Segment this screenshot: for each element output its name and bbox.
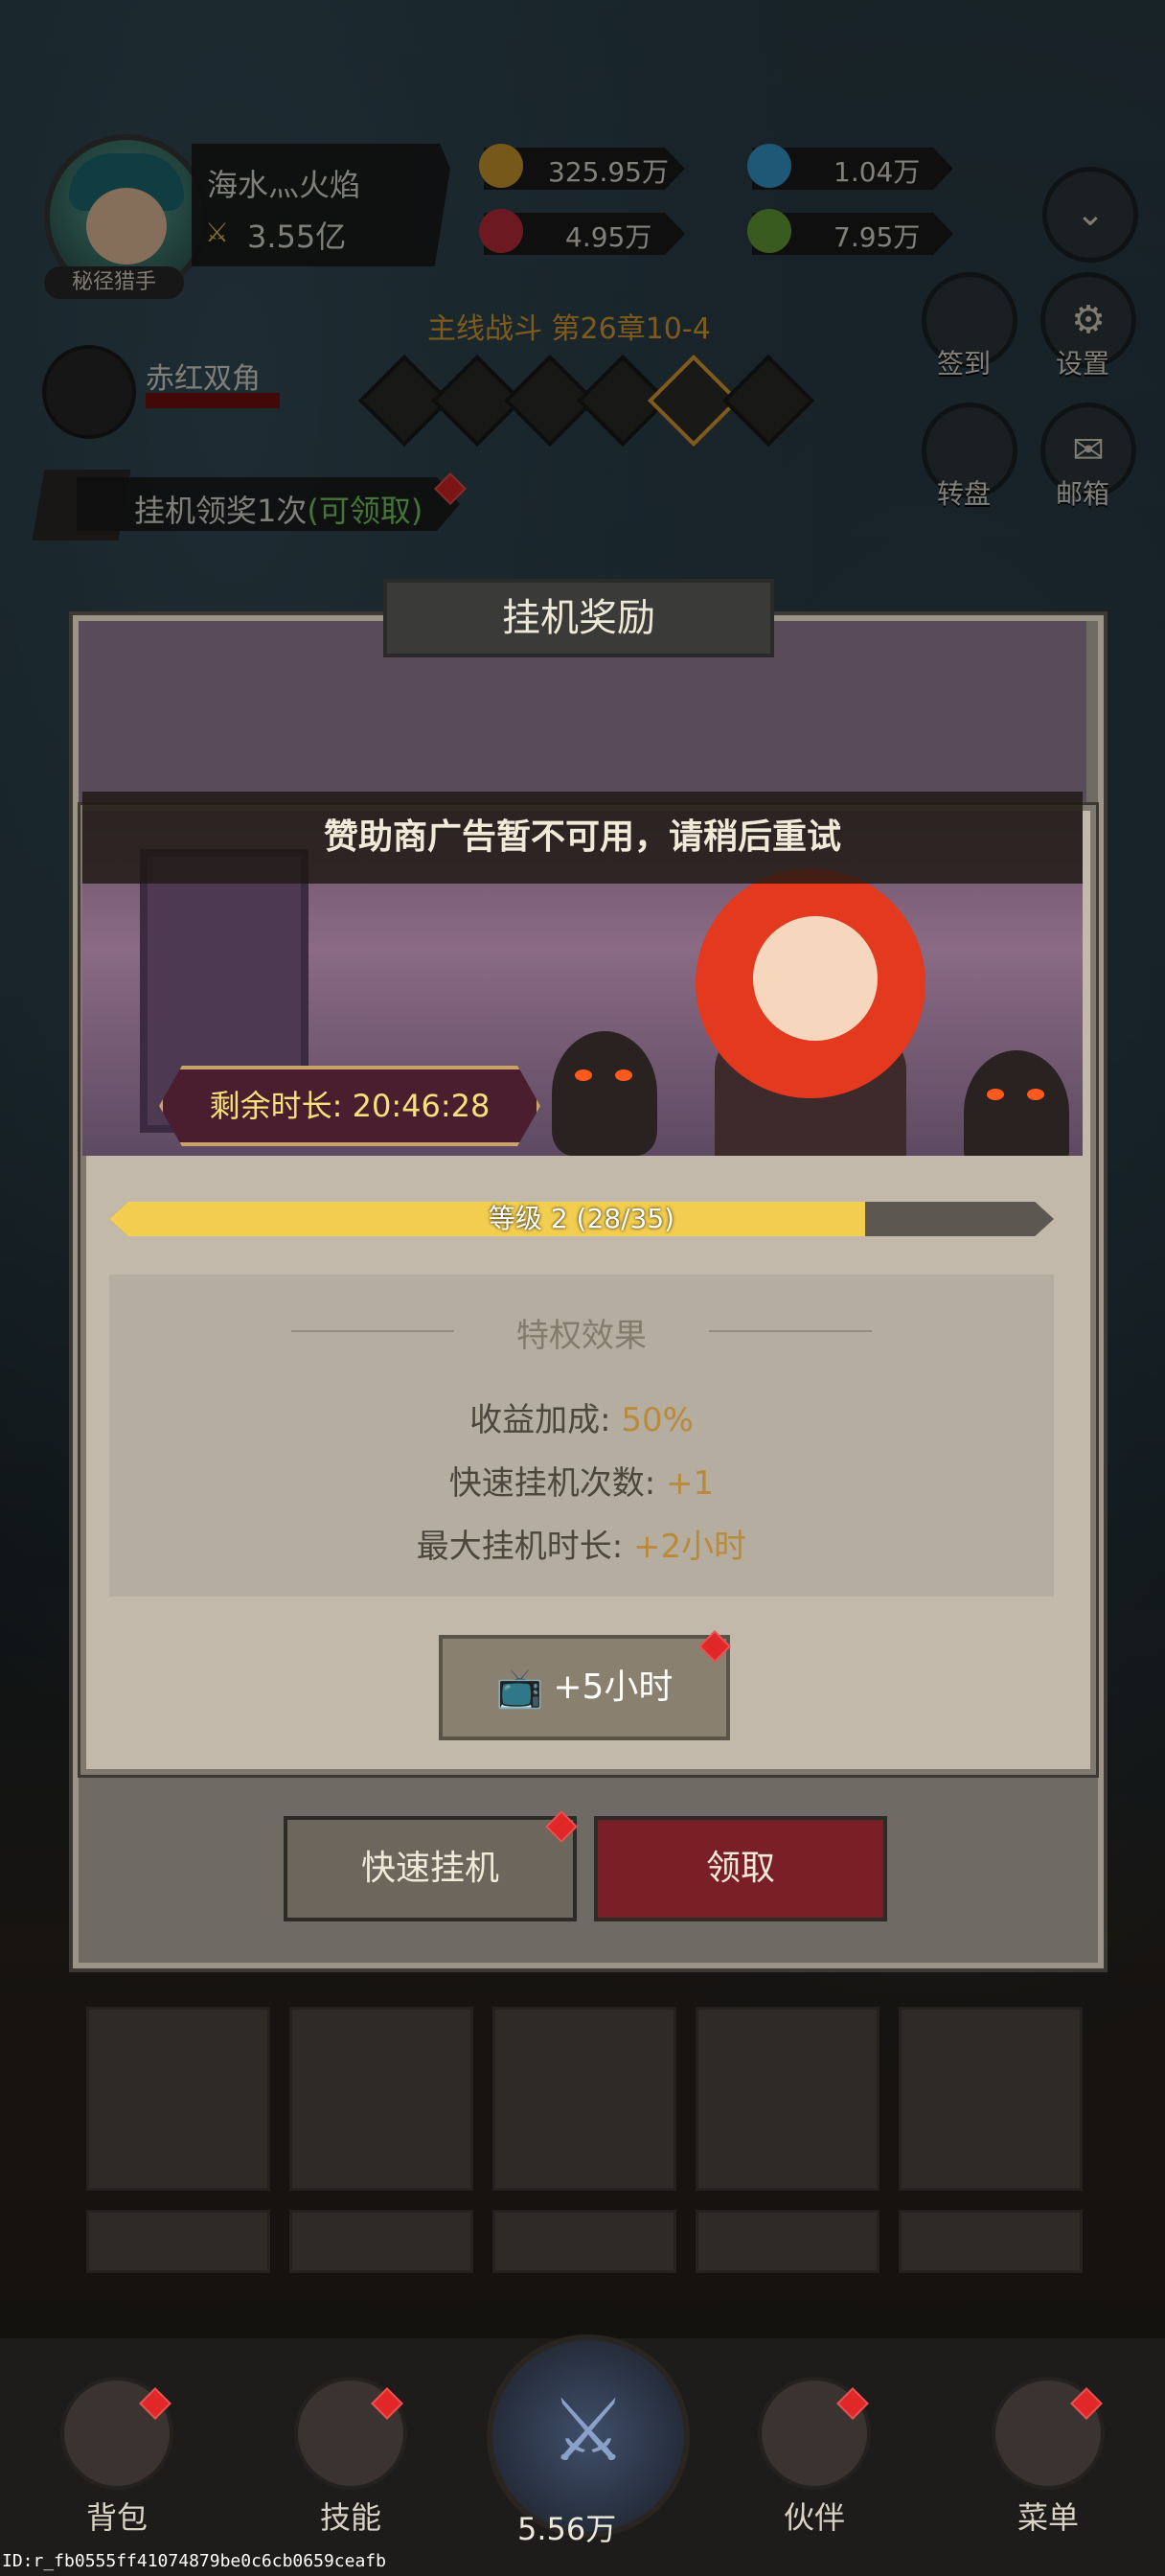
perk-quick-idle-count: 快速挂机次数: +1 [109, 1457, 1054, 1504]
cat-eye [615, 1070, 632, 1081]
nav-skills-label: 技能 [319, 2499, 381, 2536]
remaining-time-badge: 剩余时长: 20:46:28 [159, 1066, 540, 1146]
grid-slot [289, 2007, 473, 2191]
cat-eye [1027, 1089, 1044, 1100]
privilege-level-bar: 等级 2 (28/35) [109, 1202, 1054, 1236]
perk-label: 收益加成: [469, 1401, 622, 1439]
grid-slot [899, 2210, 1083, 2273]
privilege-effects-panel: 特权效果 收益加成: 50% 快速挂机次数: +1 最大挂机时长: +2小时 [109, 1275, 1054, 1597]
perk-value: 50% [621, 1401, 694, 1439]
perk-income-bonus: 收益加成: 50% [109, 1393, 1054, 1440]
black-cat-left [552, 1031, 657, 1156]
battle-power-value: 5.56万 [517, 2511, 617, 2547]
perk-value: +2小时 [633, 1528, 747, 1566]
perk-label: 最大挂机时长: [416, 1528, 634, 1566]
perk-label: 快速挂机次数: [448, 1464, 667, 1503]
perk-max-idle-time: 最大挂机时长: +2小时 [109, 1520, 1054, 1567]
nav-menu-label: 菜单 [1017, 2499, 1079, 2536]
privilege-level-text: 等级 2 (28/35) [488, 1203, 675, 1234]
grid-slot [899, 2007, 1083, 2191]
watch-ad-label: +5小时 [553, 1668, 674, 1707]
tv-icon: 📺 [495, 1667, 544, 1711]
idle-reward-dialog-title: 挂机奖励 [383, 579, 774, 657]
cat-eye [575, 1070, 592, 1081]
perk-value: +1 [666, 1464, 715, 1503]
ad-unavailable-toast: 赞助商广告暂不可用，请稍后重试 [82, 792, 1083, 884]
black-cat-right [964, 1050, 1069, 1156]
grid-slot [696, 2007, 879, 2191]
claim-button[interactable]: 领取 [594, 1816, 887, 1921]
grid-slot [696, 2210, 879, 2273]
privilege-effects-title: 特权效果 [516, 1317, 647, 1355]
grid-slot [492, 2210, 676, 2273]
crossed-swords-icon: ⚔ [549, 2380, 628, 2481]
grid-slot [86, 2210, 270, 2273]
watch-ad-button[interactable]: 📺 +5小时 [439, 1635, 730, 1740]
footer-id: ID:r_fb0555ff41074879be0c6cb0659ceafb [2, 2551, 386, 2571]
art-girl-face [753, 916, 878, 1041]
nav-bag-label: 背包 [85, 2499, 148, 2536]
quick-idle-button[interactable]: 快速挂机 [284, 1816, 577, 1921]
nav-partner-label: 伙伴 [783, 2499, 845, 2536]
grid-slot [492, 2007, 676, 2191]
grid-slot [289, 2210, 473, 2273]
cat-eye [987, 1089, 1004, 1100]
grid-slot [86, 2007, 270, 2191]
